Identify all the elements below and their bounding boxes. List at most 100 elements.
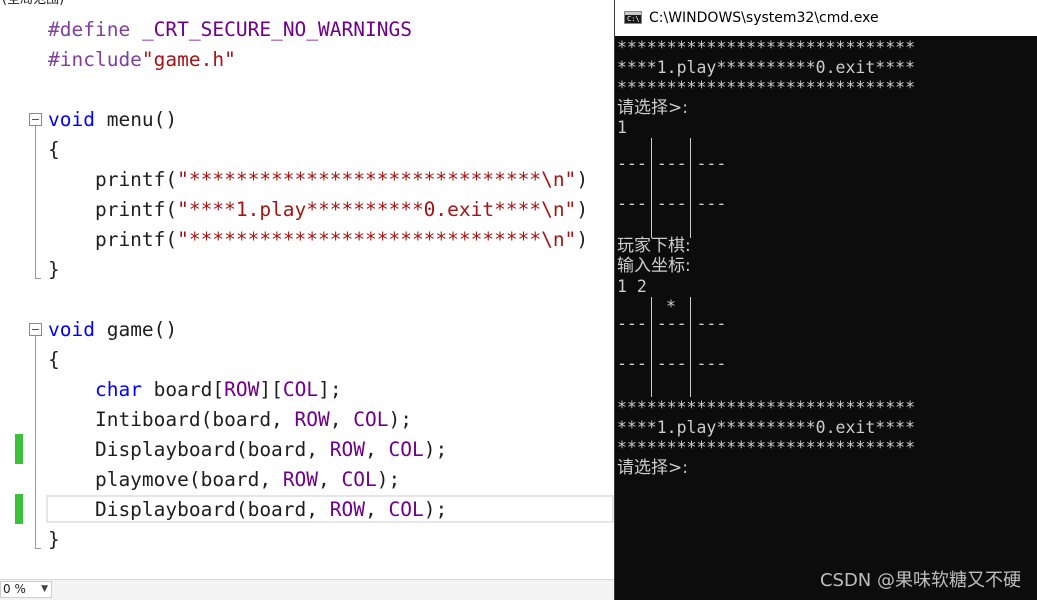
code-token: "******************************\n" [177, 228, 577, 251]
code-token: printf( [48, 198, 178, 221]
code-token: "******************************\n" [177, 168, 577, 191]
code-token: char [94, 378, 142, 401]
collapse-game-icon[interactable] [29, 323, 42, 336]
console-window[interactable]: C:\ C:\WINDOWS\system32\cmd.exe ********… [614, 0, 1037, 600]
code-token: printf( [48, 168, 178, 191]
code-token: printf( [48, 228, 178, 251]
code-token: ]; [318, 378, 342, 401]
code-line[interactable]: } [48, 525, 60, 555]
menu-border-bottom: ****************************** [617, 438, 916, 457]
code-token: COL [282, 378, 319, 401]
code-token: void [48, 318, 95, 341]
cmd-icon: C:\ [624, 11, 642, 24]
code-token: Intiboard(board, [48, 408, 295, 431]
code-line[interactable]: printf("****1.play**********0.exit****\n… [48, 195, 588, 225]
code-token: COL [353, 408, 389, 431]
code-line[interactable]: Displayboard(board, ROW, COL); [48, 435, 447, 465]
board-divider [690, 297, 691, 397]
code-line[interactable]: { [48, 345, 60, 375]
code-line[interactable]: void menu() [48, 105, 177, 135]
menu-border-top: ****************************** [617, 398, 916, 417]
code-token: ); [388, 408, 412, 431]
code-line[interactable]: { [48, 135, 60, 165]
code-token: { [48, 138, 60, 161]
menu-options: ****1.play**********0.exit**** [617, 58, 916, 77]
scope-dropdown[interactable]: (全局范围) [0, 0, 64, 8]
board-row-separator: --- --- --- [617, 314, 727, 333]
select-prompt: 请选择>: [617, 458, 688, 478]
code-token: { [48, 348, 60, 371]
editor-status-bar: 0 % ▼ [0, 579, 614, 600]
code-line[interactable]: Intiboard(board, ROW, COL); [48, 405, 412, 435]
user-input-choice: 1 [617, 118, 627, 137]
code-token: } [48, 528, 60, 551]
code-token: _CRT_SECURE_NO_WARNINGS [141, 18, 412, 41]
fold-guide-end-game [35, 548, 41, 549]
code-token: ); [376, 468, 401, 491]
current-line-highlight [46, 495, 614, 523]
board-row-separator: --- --- --- [617, 154, 727, 173]
code-token: COL [341, 468, 377, 491]
board-divider [690, 138, 691, 238]
code-token: , [365, 438, 389, 461]
board-divider [651, 297, 652, 397]
code-token: ROW [224, 378, 260, 401]
code-line[interactable]: printf("******************************\n… [48, 225, 588, 255]
console-titlebar[interactable]: C:\ C:\WINDOWS\system32\cmd.exe [615, 0, 1037, 36]
user-input-coords: 1 2 [617, 277, 647, 296]
code-token: game() [94, 318, 178, 341]
code-token: ) [576, 168, 589, 191]
code-line[interactable]: #define _CRT_SECURE_NO_WARNINGS [48, 15, 412, 45]
code-token: menu() [94, 108, 178, 131]
fold-guide-game [35, 336, 36, 548]
code-token: playmove(board, [48, 468, 283, 491]
code-token: ROW [329, 438, 365, 461]
code-token: #define [48, 18, 131, 41]
code-line[interactable]: } [48, 255, 60, 285]
code-editor[interactable]: (全局范围) #define _CRT_SECURE_NO_WARNINGS#i… [0, 0, 614, 600]
board-row-separator: --- --- --- [617, 354, 727, 373]
code-token: "****1.play**********0.exit****\n" [177, 198, 577, 221]
code-token: ) [576, 198, 589, 221]
code-token: ][ [259, 378, 283, 401]
enter-coords-text: 输入坐标: [617, 256, 691, 276]
player-turn-text: 玩家下棋: [617, 236, 691, 256]
code-token: "game.h" [141, 48, 236, 71]
fold-guide-menu [35, 126, 36, 278]
fold-guide-end-menu [35, 278, 41, 279]
board-row-separator: --- --- --- [617, 194, 727, 213]
collapse-menu-icon[interactable] [29, 113, 42, 126]
code-token: Displayboard(board, [48, 438, 330, 461]
code-token: board[ [141, 378, 225, 401]
console-title: C:\WINDOWS\system32\cmd.exe [649, 10, 879, 26]
zoom-value: 0 % [3, 582, 26, 596]
menu-options: ****1.play**********0.exit**** [617, 418, 916, 437]
cmd-icon-label: C:\ [627, 15, 640, 23]
code-token: ); [423, 438, 448, 461]
board-divider [651, 138, 652, 238]
code-line[interactable]: playmove(board, ROW, COL); [48, 465, 400, 495]
change-indicator [15, 494, 23, 524]
code-line[interactable]: char board[ROW][COL]; [48, 375, 342, 405]
code-token: , [329, 408, 354, 431]
code-token: void [48, 108, 95, 131]
code-token: ROW [282, 468, 319, 491]
code-token: } [48, 258, 60, 281]
code-line[interactable]: printf("******************************\n… [48, 165, 588, 195]
code-token: #include [48, 48, 142, 71]
menu-border-bottom: ****************************** [617, 78, 916, 97]
code-token: , [318, 468, 342, 491]
change-indicator [15, 434, 23, 464]
watermark: CSDN @果味软糖又不硬 [819, 570, 1021, 591]
code-line[interactable]: void game() [48, 315, 177, 345]
code-token: ) [576, 228, 589, 251]
chevron-down-icon: ▼ [41, 584, 48, 594]
console-output[interactable]: ****************************** ****1.pla… [617, 36, 1035, 600]
code-line[interactable]: #include"game.h" [48, 45, 236, 75]
menu-border-top: ****************************** [617, 38, 916, 57]
select-prompt: 请选择>: [617, 98, 688, 118]
code-token: ROW [294, 408, 330, 431]
zoom-dropdown[interactable]: 0 % ▼ [0, 581, 52, 598]
